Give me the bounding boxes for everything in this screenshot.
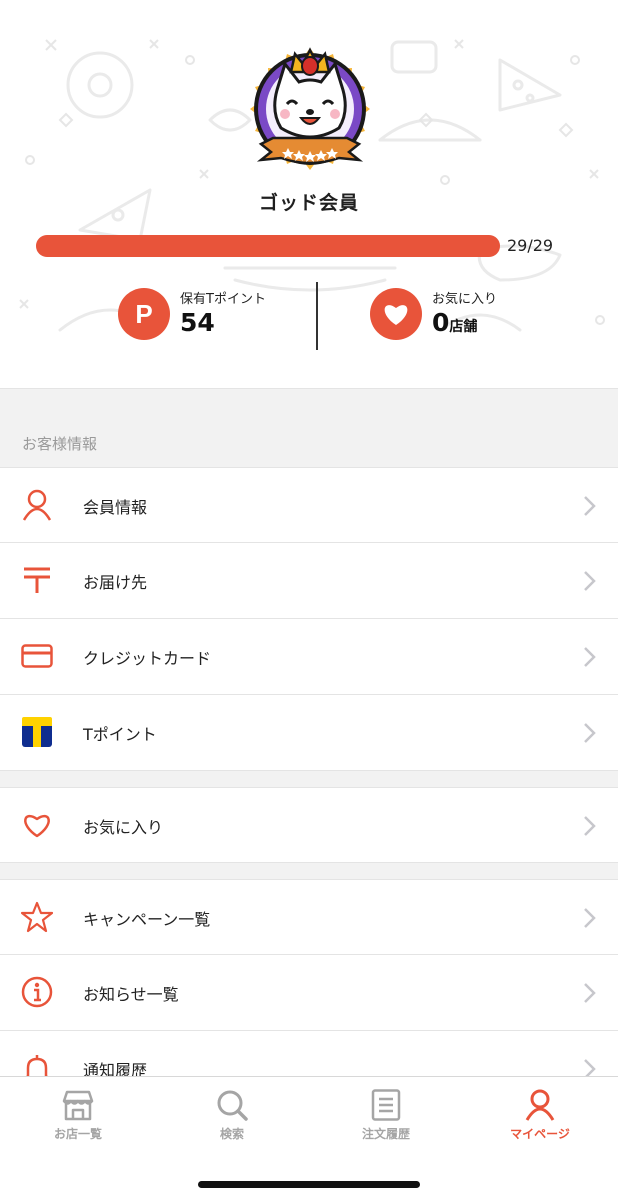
section-header-background: [0, 388, 618, 467]
points-p-icon: P: [118, 288, 170, 340]
menu-item-favorites[interactable]: お気に入り: [0, 787, 618, 863]
menu-item-tpoint[interactable]: Tポイント: [0, 695, 618, 771]
crowned-cat-badge: [250, 47, 370, 170]
favorites-unit: 店舗: [449, 319, 478, 335]
profile-header: ゴッド会員 29/29 P 保有Tポイント 54 お気に入り 0店舗: [0, 0, 618, 388]
chevron-right-icon: [584, 723, 596, 743]
home-indicator[interactable]: [198, 1181, 420, 1188]
chevron-right-icon: [584, 816, 596, 836]
rank-progress-text: 29/29: [507, 236, 554, 255]
member-rank-label: ゴッド会員: [258, 192, 359, 214]
chevron-right-icon: [584, 983, 596, 1003]
tab-label: マイページ: [510, 1127, 570, 1141]
menu-item-member-info[interactable]: 会員情報: [0, 467, 618, 543]
menu-item-label: キャンペーン一覧: [83, 910, 211, 929]
postal-mark-icon: [20, 563, 54, 597]
heart-icon: [370, 288, 422, 340]
menu-item-label: Tポイント: [83, 725, 157, 744]
rank-progress-bar: [36, 235, 500, 257]
chevron-right-icon: [584, 496, 596, 516]
stat-divider: [316, 282, 318, 350]
menu-item-news[interactable]: お知らせ一覧: [0, 955, 618, 1031]
person-icon: [525, 1089, 555, 1121]
tpoint-logo-icon: [20, 715, 54, 749]
menu-item-label: お届け先: [83, 573, 148, 592]
menu-item-delivery-address[interactable]: お届け先: [0, 543, 618, 619]
menu-item-label: 会員情報: [83, 498, 148, 517]
tab-label: 検索: [219, 1127, 244, 1141]
order-history-icon: [371, 1089, 401, 1121]
section-divider: [0, 771, 618, 787]
chevron-right-icon: [584, 908, 596, 928]
menu-item-label: お気に入り: [83, 818, 164, 837]
favorites-caption: お気に入り: [432, 292, 498, 307]
customer-info-section-title: お客様情報: [22, 435, 98, 453]
points-value: 54: [180, 308, 215, 337]
search-icon: [217, 1090, 248, 1121]
tpoint-balance[interactable]: P 保有Tポイント 54: [118, 284, 308, 346]
favorites-value: 0店舗: [432, 308, 478, 337]
tab-order-history[interactable]: 注文履歴: [326, 1089, 446, 1149]
section-divider: [0, 863, 618, 879]
menu-item-label: クレジットカード: [83, 649, 212, 668]
menu-item-credit-card[interactable]: クレジットカード: [0, 619, 618, 695]
heart-icon: [20, 808, 54, 842]
tab-store-list[interactable]: お店一覧: [18, 1089, 138, 1149]
store-icon: [62, 1090, 94, 1121]
tab-search[interactable]: 検索: [172, 1089, 292, 1149]
tab-label: お店一覧: [53, 1127, 102, 1141]
person-icon: [20, 488, 54, 522]
tab-label: 注文履歴: [361, 1127, 410, 1141]
chevron-right-icon: [584, 647, 596, 667]
chevron-right-icon: [584, 571, 596, 591]
credit-card-icon: [20, 639, 54, 673]
star-icon: [20, 900, 54, 934]
info-icon: [20, 975, 54, 1009]
rank-progress-fill: [36, 235, 500, 257]
tab-my-page[interactable]: マイページ: [480, 1089, 600, 1149]
menu-item-campaigns[interactable]: キャンペーン一覧: [0, 879, 618, 955]
menu-item-label: お知らせ一覧: [83, 985, 179, 1004]
favorite-stores-count[interactable]: お気に入り 0店舗: [370, 284, 570, 346]
points-caption: 保有Tポイント: [180, 292, 266, 307]
